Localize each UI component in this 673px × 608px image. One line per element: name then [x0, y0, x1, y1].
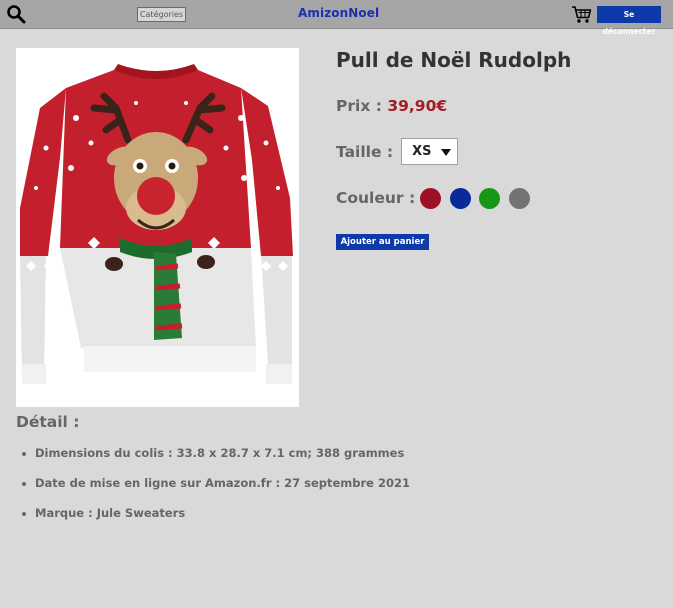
detail-item-release-date: Date de mise en ligne sur Amazon.fr : 27… — [22, 475, 410, 505]
size-select[interactable]: XS — [401, 138, 459, 165]
product-title: Pull de Noël Rudolph — [336, 48, 572, 72]
color-row: Couleur : — [336, 186, 538, 210]
color-swatch-green[interactable] — [479, 187, 501, 209]
color-swatch-blue[interactable] — [449, 187, 471, 209]
size-row: Taille : XS — [336, 138, 459, 165]
categories-button[interactable]: Catégories — [137, 7, 186, 22]
price-value: 39,90€ — [387, 97, 448, 115]
details-list: Dimensions du colis : 33.8 x 28.7 x 7.1 … — [22, 445, 410, 535]
search-icon[interactable] — [6, 4, 26, 24]
size-label: Taille : — [336, 142, 394, 161]
site-logo[interactable]: AmizonNoel — [298, 6, 379, 20]
color-label: Couleur : — [336, 189, 416, 207]
logout-button[interactable]: Se déconnecter — [597, 6, 661, 36]
price-row: Prix : 39,90€ — [336, 97, 447, 115]
product-image — [16, 48, 299, 407]
cart-icon[interactable] — [571, 5, 592, 24]
detail-item-brand: Marque : Jule Sweaters — [22, 505, 410, 535]
top-navbar: Catégories AmizonNoel Se déconnecter — [0, 0, 673, 36]
add-to-cart-button[interactable]: Ajouter au panier — [336, 234, 429, 250]
detail-item-dimensions: Dimensions du colis : 33.8 x 28.7 x 7.1 … — [22, 445, 410, 475]
chevron-down-icon — [441, 149, 452, 156]
color-swatch-grey[interactable] — [508, 187, 530, 209]
price-label: Prix : — [336, 97, 382, 115]
color-swatch-red[interactable] — [420, 187, 442, 209]
size-selected-value: XS — [412, 144, 432, 159]
details-heading: Détail : — [16, 413, 80, 431]
